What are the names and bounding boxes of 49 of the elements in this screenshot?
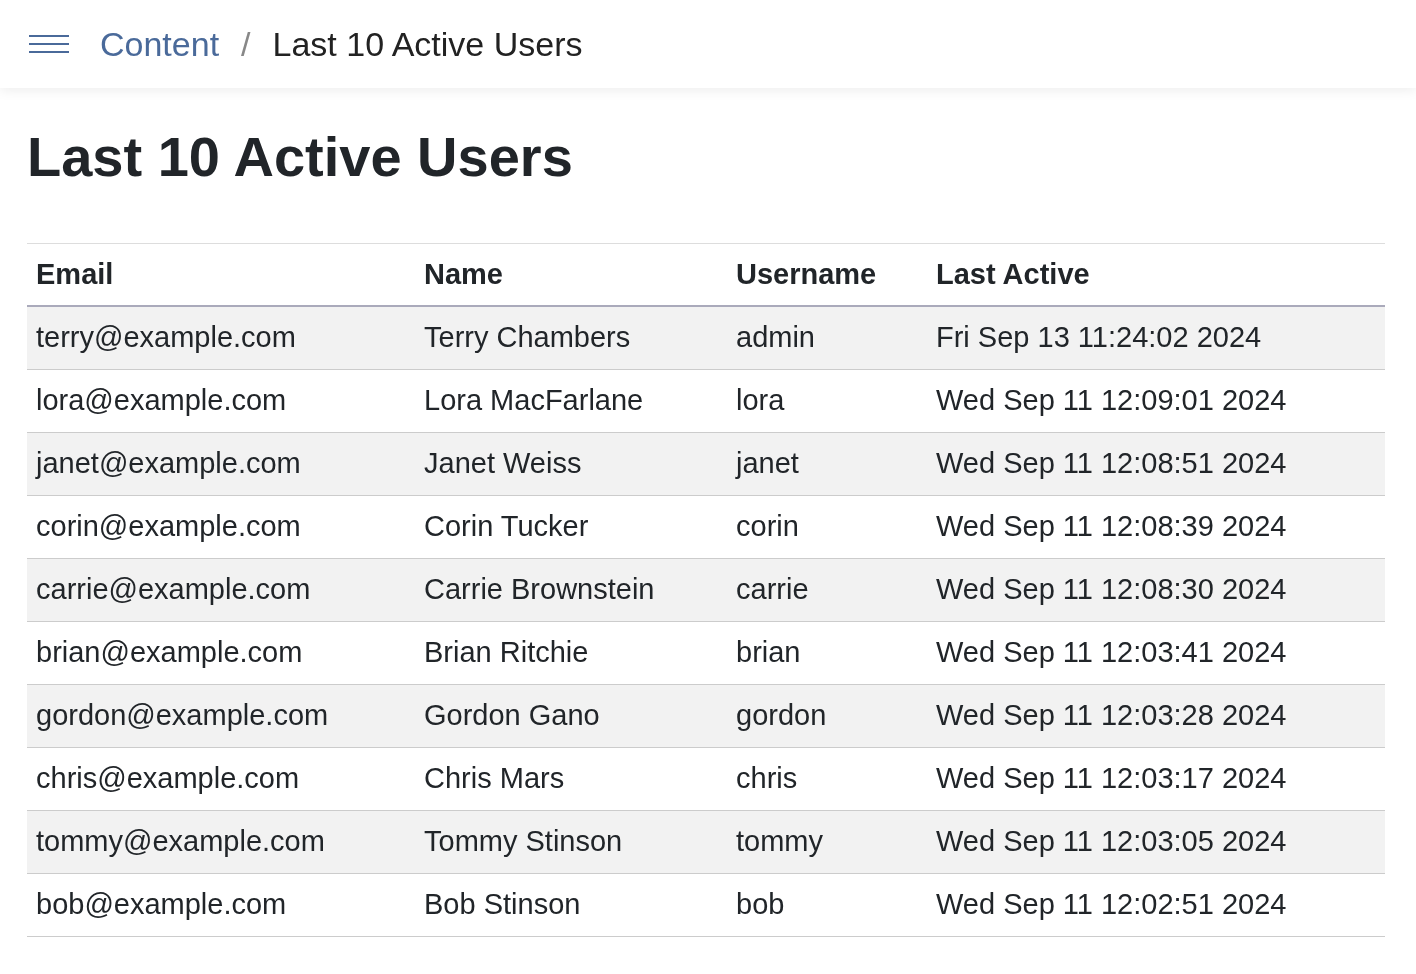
table-cell: Bob Stinson — [415, 873, 727, 937]
page-title: Last 10 Active Users — [27, 126, 574, 188]
table-cell: janet — [727, 432, 927, 496]
table-cell: Wed Sep 11 12:08:30 2024 — [927, 558, 1385, 622]
table-cell: Wed Sep 11 12:03:41 2024 — [927, 621, 1385, 685]
table-cell: Wed Sep 11 12:08:39 2024 — [927, 495, 1385, 559]
menu-icon[interactable] — [29, 34, 69, 54]
table-cell: bob@example.com — [27, 873, 415, 937]
table-cell: Wed Sep 11 12:03:17 2024 — [927, 747, 1385, 811]
table-cell: Gordon Gano — [415, 684, 727, 748]
breadcrumb-link[interactable]: Content — [100, 24, 220, 64]
table-cell: carrie@example.com — [27, 558, 415, 622]
table-cell: tommy@example.com — [27, 810, 415, 874]
column-header: Last Active — [927, 243, 1385, 306]
table-cell: Chris Mars — [415, 747, 727, 811]
table-cell: janet@example.com — [27, 432, 415, 496]
table-cell: Wed Sep 11 12:02:51 2024 — [927, 873, 1385, 937]
breadcrumb-current: Last 10 Active Users — [272, 24, 583, 64]
table-cell: chris@example.com — [27, 747, 415, 811]
table-cell: terry@example.com — [27, 305, 415, 370]
table-cell: Brian Ritchie — [415, 621, 727, 685]
table-cell: Wed Sep 11 12:09:01 2024 — [927, 369, 1385, 433]
breadcrumb-separator: / — [241, 24, 251, 64]
table-cell: chris — [727, 747, 927, 811]
table-cell: Tommy Stinson — [415, 810, 727, 874]
table-cell: Wed Sep 11 12:03:05 2024 — [927, 810, 1385, 874]
table-cell: lora — [727, 369, 927, 433]
table-cell: gordon@example.com — [27, 684, 415, 748]
table-cell: Carrie Brownstein — [415, 558, 727, 622]
table-cell: carrie — [727, 558, 927, 622]
column-header: Name — [415, 243, 727, 306]
table-cell: Corin Tucker — [415, 495, 727, 559]
table-cell: admin — [727, 305, 927, 370]
table-cell: Terry Chambers — [415, 305, 727, 370]
column-header: Email — [27, 243, 415, 306]
table-cell: Fri Sep 13 11:24:02 2024 — [927, 305, 1385, 370]
table-cell: corin@example.com — [27, 495, 415, 559]
table-cell: lora@example.com — [27, 369, 415, 433]
table-cell: corin — [727, 495, 927, 559]
table-cell: Wed Sep 11 12:08:51 2024 — [927, 432, 1385, 496]
table-cell: Lora MacFarlane — [415, 369, 727, 433]
table-cell: Janet Weiss — [415, 432, 727, 496]
column-header: Username — [727, 243, 927, 306]
table-cell: brian — [727, 621, 927, 685]
table-cell: gordon — [727, 684, 927, 748]
table-cell: tommy — [727, 810, 927, 874]
table-cell: bob — [727, 873, 927, 937]
table-cell: Wed Sep 11 12:03:28 2024 — [927, 684, 1385, 748]
table-cell: brian@example.com — [27, 621, 415, 685]
